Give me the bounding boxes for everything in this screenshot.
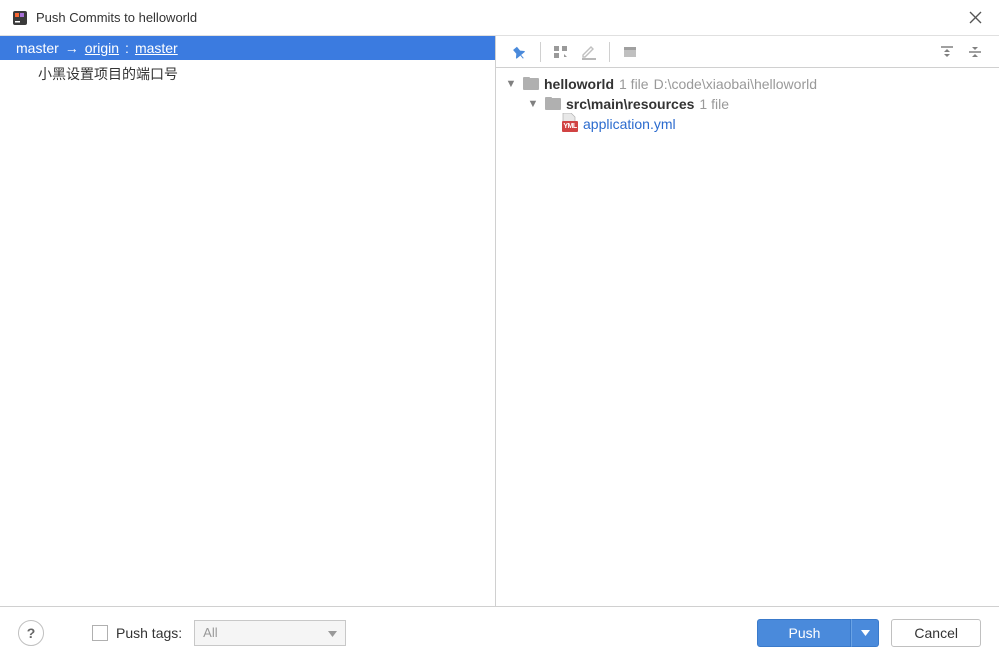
commits-panel: master → origin : master 小黑设置项目的端口号: [0, 36, 496, 606]
tree-folder-name: src\main\resources: [566, 96, 694, 112]
changes-panel: ▼ helloworld 1 file D:\code\xiaobai\hell…: [496, 36, 999, 606]
preview-diff-icon[interactable]: [616, 39, 644, 65]
expand-all-icon[interactable]: [933, 39, 961, 65]
tree-file-row[interactable]: YML application.yml: [504, 114, 991, 134]
colon-separator: :: [125, 40, 129, 56]
file-tree: ▼ helloworld 1 file D:\code\xiaobai\hell…: [496, 68, 999, 606]
local-branch-label: master: [16, 40, 59, 56]
folder-icon: [545, 96, 561, 112]
titlebar: Push Commits to helloworld: [0, 0, 999, 36]
close-icon[interactable]: [963, 6, 987, 30]
push-button-group: Push: [757, 619, 879, 647]
collapse-all-icon[interactable]: [961, 39, 989, 65]
expand-arrow-icon[interactable]: ▼: [504, 78, 518, 90]
remote-link[interactable]: origin: [85, 40, 119, 56]
module-folder-icon: [523, 76, 539, 92]
edit-icon[interactable]: [575, 39, 603, 65]
expand-arrow-icon[interactable]: ▼: [526, 98, 540, 110]
tree-folder-row[interactable]: ▼ src\main\resources 1 file: [504, 94, 991, 114]
dialog-title: Push Commits to helloworld: [36, 10, 963, 25]
tree-folder-meta: 1 file: [699, 96, 729, 112]
intellij-icon: [12, 10, 28, 26]
tree-root-path: D:\code\xiaobai\helloworld: [654, 76, 817, 92]
group-by-icon[interactable]: [547, 39, 575, 65]
toolbar-divider: [609, 42, 610, 62]
push-tags-label: Push tags:: [116, 625, 182, 641]
push-tags-combo-value: All: [203, 625, 217, 640]
tree-root-meta: 1 file: [619, 76, 649, 92]
commit-item[interactable]: 小黑设置项目的端口号: [0, 60, 495, 88]
push-tags-combo[interactable]: All: [194, 620, 346, 646]
push-tags-checkbox[interactable]: [92, 625, 108, 641]
pin-icon[interactable]: [506, 39, 534, 65]
help-button[interactable]: ?: [18, 620, 44, 646]
arrow-right-icon: →: [65, 40, 79, 56]
chevron-down-icon: [328, 625, 337, 640]
push-button[interactable]: Push: [757, 619, 851, 647]
toolbar-divider: [540, 42, 541, 62]
tree-root-row[interactable]: ▼ helloworld 1 file D:\code\xiaobai\hell…: [504, 74, 991, 94]
cancel-button[interactable]: Cancel: [891, 619, 981, 647]
commit-message: 小黑设置项目的端口号: [38, 66, 178, 82]
tree-file-name: application.yml: [583, 116, 676, 132]
remote-branch-link[interactable]: master: [135, 40, 178, 56]
main-area: master → origin : master 小黑设置项目的端口号: [0, 36, 999, 606]
push-tags-option: Push tags:: [92, 625, 182, 641]
push-dropdown-button[interactable]: [851, 619, 879, 647]
changes-toolbar: [496, 36, 999, 68]
branch-mapping-row[interactable]: master → origin : master: [0, 36, 495, 60]
bottom-bar: ? Push tags: All Push Cancel: [0, 606, 999, 658]
tree-root-name: helloworld: [544, 76, 614, 92]
yml-file-icon: YML: [562, 116, 578, 132]
